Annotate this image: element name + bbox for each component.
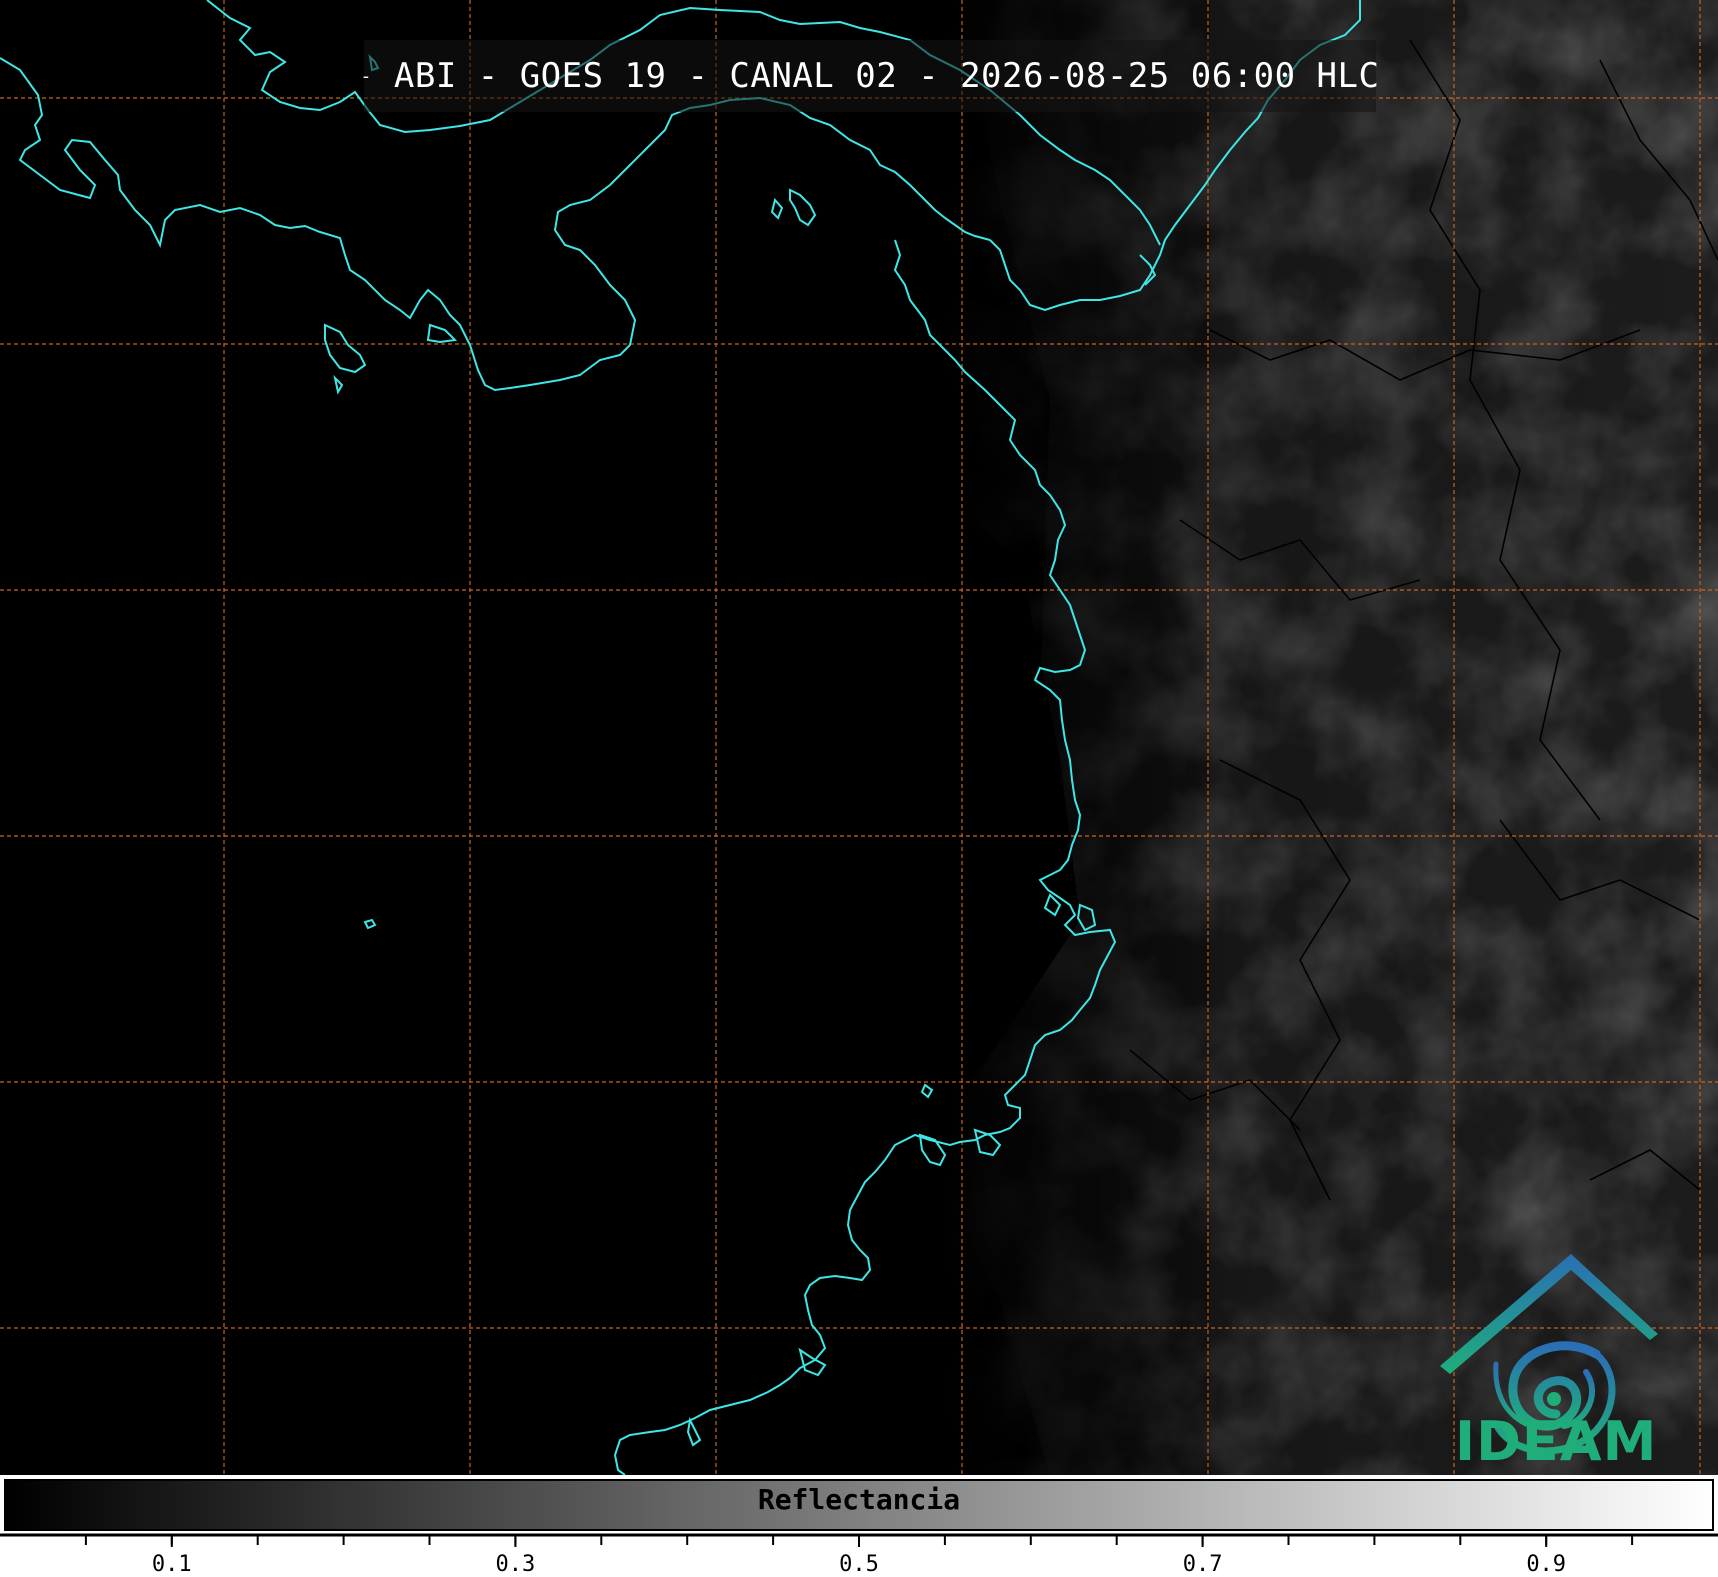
colorbar-ticks: 0.1 0.3 0.5 0.7 0.9: [84, 1535, 1634, 1577]
satellite-map-panel: - ABI - GOES 19 - CANAL 02 - 2026-08-25 …: [0, 0, 1718, 1475]
title-banner: - ABI - GOES 19 - CANAL 02 - 2026-08-25 …: [360, 40, 1379, 112]
colorbar-tick-label: 0.7: [1183, 1552, 1223, 1577]
image-title: - ABI - GOES 19 - CANAL 02 - 2026-08-25 …: [360, 40, 1379, 112]
colorbar: 0.1 0.3 0.5 0.7 0.9 Reflectancia: [0, 1475, 1718, 1577]
title-main: ABI - GOES 19 - CANAL 02 - 2026-08-25 06…: [393, 56, 1380, 96]
ideam-logo-text: IDEAM: [1455, 1410, 1658, 1473]
colorbar-tick-label: 0.9: [1526, 1552, 1566, 1577]
colorbar-tick-label: 0.1: [152, 1552, 192, 1577]
colorbar-tick-label: 0.5: [839, 1552, 879, 1577]
title-prefix: -: [360, 65, 372, 87]
colorbar-label: Reflectancia: [757, 1483, 961, 1516]
colorbar-tick-label: 0.3: [496, 1552, 536, 1577]
